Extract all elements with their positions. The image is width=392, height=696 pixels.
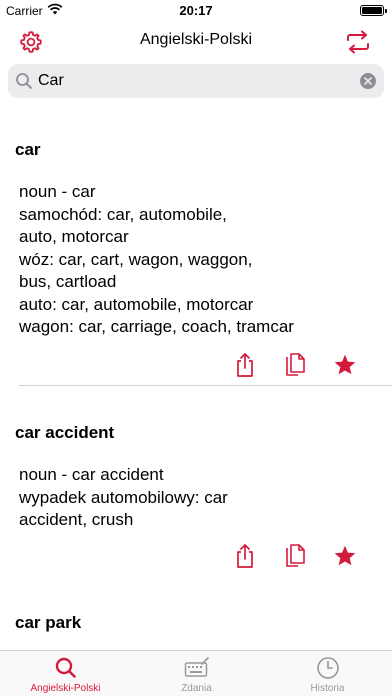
search-icon bbox=[16, 73, 32, 89]
tab-bar: Angielski-Polski Zdania Historia bbox=[0, 650, 392, 696]
swap-languages-button[interactable] bbox=[344, 28, 372, 56]
definition-line: auto: car, automobile, motorcar bbox=[19, 294, 254, 314]
share-button[interactable] bbox=[232, 351, 258, 379]
definition-line: wóz: car, cart, wagon, waggon, bbox=[19, 249, 253, 269]
clock-icon bbox=[316, 657, 339, 679]
clock-time: 20:17 bbox=[179, 3, 213, 18]
search-bar bbox=[8, 64, 384, 98]
definition-line: auto, motorcar bbox=[19, 227, 129, 246]
entry-actions bbox=[232, 542, 362, 570]
close-icon bbox=[364, 77, 372, 85]
definition-line: bus, cartload bbox=[19, 272, 117, 291]
copy-icon bbox=[286, 353, 305, 376]
favorite-button[interactable] bbox=[332, 351, 358, 379]
tab-angielski-polski[interactable]: Angielski-Polski bbox=[0, 651, 131, 696]
entry-word: car accident bbox=[15, 423, 115, 442]
copy-icon bbox=[286, 544, 305, 567]
definition-line: noun - car bbox=[19, 182, 96, 201]
entry-actions bbox=[232, 351, 362, 379]
list-item: car park bbox=[0, 592, 392, 650]
list-item: car noun - car samochód: car, automobile… bbox=[0, 122, 392, 399]
navigation-bar: Angielski-Polski bbox=[0, 22, 392, 60]
status-bar: Carrier 20:17 bbox=[0, 0, 392, 22]
list-item: car accident noun - car accident wypadek… bbox=[0, 399, 392, 592]
share-icon bbox=[237, 544, 253, 568]
search-input[interactable] bbox=[38, 69, 358, 93]
tab-label: Angielski-Polski bbox=[30, 683, 101, 694]
battery-icon bbox=[360, 5, 387, 16]
star-icon bbox=[334, 545, 356, 566]
copy-button[interactable] bbox=[282, 351, 308, 379]
star-icon bbox=[334, 354, 356, 375]
definition-line: samochód: car, automobile, bbox=[19, 204, 227, 224]
tab-historia[interactable]: Historia bbox=[262, 651, 392, 696]
search-icon bbox=[55, 657, 76, 678]
entry-word: car park bbox=[15, 613, 82, 632]
definition-line: noun - car accident bbox=[19, 465, 164, 484]
divider bbox=[19, 385, 392, 386]
entry-definition: noun - car accident wypadek automobilowy… bbox=[19, 464, 319, 532]
share-button[interactable] bbox=[232, 542, 258, 570]
clear-search-icon[interactable] bbox=[360, 73, 376, 89]
tab-zdania[interactable]: Zdania bbox=[131, 651, 262, 696]
share-icon bbox=[237, 353, 253, 377]
favorite-button[interactable] bbox=[332, 542, 358, 570]
page-title: Angielski-Polski bbox=[139, 31, 253, 48]
definition-line: wypadek automobilowy: car bbox=[19, 487, 228, 507]
entry-definition: noun - car samochód: car, automobile, au… bbox=[19, 181, 319, 339]
swap-icon bbox=[347, 30, 369, 54]
definition-line: wagon: car, carriage, coach, tramcar bbox=[19, 317, 294, 336]
definition-line: accident, crush bbox=[19, 510, 134, 529]
results-list: car noun - car samochód: car, automobile… bbox=[0, 122, 392, 650]
tab-label: Historia bbox=[310, 683, 345, 694]
tab-label: Zdania bbox=[181, 683, 212, 694]
entry-word: car bbox=[15, 140, 41, 159]
copy-button[interactable] bbox=[282, 542, 308, 570]
keyboard-icon bbox=[184, 657, 209, 677]
